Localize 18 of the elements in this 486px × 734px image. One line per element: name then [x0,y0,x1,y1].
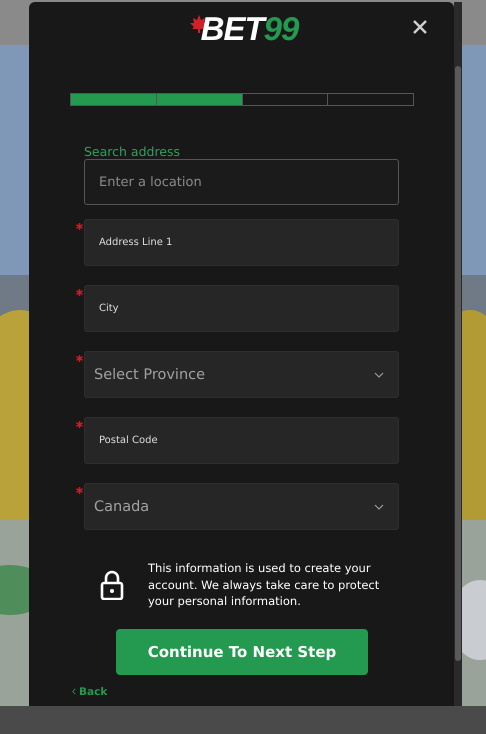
input-field[interactable]: City [84,285,399,332]
scrollbar[interactable] [454,2,462,706]
continue-button[interactable]: Continue To Next Step [116,628,368,674]
lock-icon [100,570,124,600]
logo: BET99 [188,12,298,46]
privacy-notice: This information is used to create your account. We always take care to protect your personal information. [148,560,380,610]
input-field[interactable]: Address Line 1 [84,219,399,266]
search-field[interactable]: Enter a location [84,159,399,205]
input-field[interactable]: Postal Code [84,417,399,464]
province-dropdown[interactable]: Select Province [84,351,399,398]
chevron-down-icon [374,504,384,510]
back-link[interactable]: Back [72,686,108,698]
close-button[interactable] [411,18,429,36]
province-dropdown[interactable]: Canada [84,483,399,530]
field-label: Search address [84,144,180,159]
close-icon [413,20,427,34]
chevron-down-icon [374,372,384,378]
chevron-left-icon [72,688,76,695]
